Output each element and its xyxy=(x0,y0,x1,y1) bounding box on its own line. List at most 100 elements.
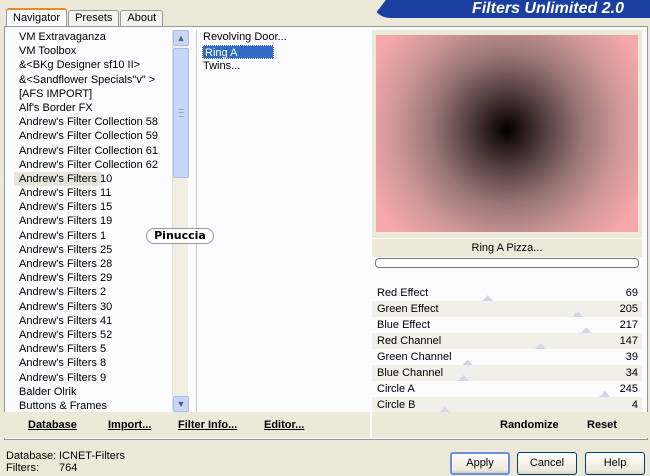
slider-thumb-icon[interactable] xyxy=(577,325,592,333)
control-value[interactable]: 217 xyxy=(620,317,638,333)
category-item[interactable]: Andrew's Filters 2 xyxy=(14,285,172,299)
category-item[interactable]: &<BKg Designer sf10 II> xyxy=(14,58,172,72)
randomize-button[interactable]: Randomize xyxy=(500,419,559,431)
category-item[interactable]: Alf's Border FX xyxy=(14,101,172,115)
control-slider[interactable] xyxy=(440,285,610,301)
control-label: Red Channel xyxy=(377,335,442,347)
control-value[interactable]: 205 xyxy=(620,301,638,317)
help-button[interactable]: Help xyxy=(585,452,645,475)
category-item[interactable]: Andrew's Filter Collection 58 xyxy=(14,115,172,129)
filters-count: 764 xyxy=(59,462,78,474)
scroll-up-icon[interactable]: ▲ xyxy=(173,30,189,46)
control-label: Blue Effect xyxy=(377,319,430,331)
control-slider[interactable] xyxy=(440,333,610,349)
control-value[interactable]: 39 xyxy=(626,349,638,365)
category-list[interactable]: VM Extravaganza VM Toolbox &<BKg Designer … xyxy=(14,30,172,412)
control-value[interactable]: 147 xyxy=(620,333,638,349)
slider-thumb-icon[interactable] xyxy=(569,309,583,317)
control-row: Green Effect 205 xyxy=(372,301,642,317)
tab-about[interactable]: About xyxy=(120,10,164,27)
control-row: Circle B 4 xyxy=(372,397,642,413)
tab-navigator[interactable]: Navigator xyxy=(6,8,68,28)
database-label: Database: xyxy=(6,450,57,462)
scroll-down-icon[interactable]: ▼ xyxy=(173,396,189,412)
progress-bar xyxy=(375,258,639,268)
control-slider[interactable] xyxy=(440,349,610,365)
right-button-bar: Randomize Reset xyxy=(372,412,648,438)
control-label: Blue Channel xyxy=(377,367,444,379)
status-info: Database: ICNET-Filters Filters: 764 xyxy=(6,450,125,474)
category-item[interactable]: Andrew's Filters 29 xyxy=(14,271,172,285)
filter-info-button[interactable]: Filter Info... xyxy=(178,419,237,431)
control-label: Green Effect xyxy=(377,303,439,315)
category-item[interactable]: Andrew's Filters 19 xyxy=(14,214,172,228)
category-scrollbar[interactable]: ▲ ▼ xyxy=(172,30,189,412)
category-item[interactable]: Balder Olrik xyxy=(14,385,172,399)
category-item[interactable]: VM Extravaganza xyxy=(14,30,172,44)
control-row: Red Channel 147 xyxy=(372,333,642,349)
category-item[interactable]: Andrew's Filters 8 xyxy=(14,356,172,370)
control-value[interactable]: 34 xyxy=(626,365,638,381)
control-slider[interactable] xyxy=(440,381,611,397)
category-item[interactable]: VM Toolbox xyxy=(14,44,172,58)
category-item[interactable]: Andrew's Filters 15 xyxy=(14,200,172,214)
control-value[interactable]: 4 xyxy=(632,397,638,413)
slider-thumb-icon[interactable] xyxy=(596,389,611,397)
filter-item[interactable]: Ring A Pizza... xyxy=(202,44,274,73)
tab-bar: Navigator Presets About xyxy=(6,8,164,28)
slider-thumb-icon[interactable] xyxy=(531,341,546,349)
category-item[interactable]: Andrew's Filters 28 xyxy=(14,257,172,271)
category-item[interactable]: Andrew's Filter Collection 61 xyxy=(14,144,172,158)
scroll-thumb[interactable] xyxy=(173,48,189,178)
controls-panel: Red Effect 69 Green Effect 205 Blue Effect 21… xyxy=(372,285,642,413)
editor-button[interactable]: Editor... xyxy=(264,419,304,431)
category-item[interactable]: Andrew's Filter Collection 62 xyxy=(14,158,172,172)
control-value[interactable]: 245 xyxy=(620,381,638,397)
cancel-button[interactable]: Cancel xyxy=(517,452,577,475)
category-item[interactable]: Andrew's Filters 10 xyxy=(14,171,112,187)
control-label: Circle B xyxy=(377,399,416,411)
watermark-badge: Pinuccia xyxy=(146,228,214,244)
preview-frame xyxy=(372,30,642,238)
control-label: Circle A xyxy=(377,383,415,395)
category-item[interactable]: Andrew's Filters 5 xyxy=(14,342,172,356)
control-row: Blue Effect 217 xyxy=(372,317,642,333)
control-row: Blue Channel 34 xyxy=(372,365,642,381)
filters-label: Filters: xyxy=(6,462,39,474)
control-row: Circle A 245 xyxy=(372,381,642,397)
control-slider[interactable] xyxy=(440,317,610,333)
control-value[interactable]: 69 xyxy=(626,285,638,301)
filter-item[interactable]: Twins... xyxy=(197,59,368,74)
left-button-bar: Database Import... Filter Info... Editor… xyxy=(4,412,370,438)
tab-presets[interactable]: Presets xyxy=(68,10,120,27)
slider-thumb-icon[interactable] xyxy=(478,293,493,301)
control-slider[interactable] xyxy=(440,365,610,381)
preview-caption: Ring A Pizza... xyxy=(372,239,642,257)
slider-thumb-icon[interactable] xyxy=(455,373,470,381)
control-slider[interactable] xyxy=(436,397,610,413)
category-item[interactable]: Buttons & Frames xyxy=(14,399,172,412)
control-slider[interactable] xyxy=(440,301,610,317)
category-item[interactable]: Andrew's Filters 52 xyxy=(14,328,172,342)
category-item[interactable]: [AFS IMPORT] xyxy=(14,87,172,101)
control-row: Green Channel 39 xyxy=(372,349,642,365)
slider-thumb-icon[interactable] xyxy=(458,357,473,365)
database-button[interactable]: Database xyxy=(28,419,77,431)
import-button[interactable]: Import... xyxy=(108,419,151,431)
category-item[interactable]: &<Sandflower Specials"v" > xyxy=(14,73,172,87)
apply-button[interactable]: Apply xyxy=(450,452,510,475)
category-item[interactable]: Andrew's Filters 9 xyxy=(14,371,172,385)
category-item[interactable]: Andrew's Filters 41 xyxy=(14,314,172,328)
reset-button[interactable]: Reset xyxy=(587,419,617,431)
control-label: Green Channel xyxy=(377,351,452,363)
category-item[interactable]: Andrew's Filters 11 xyxy=(14,186,172,200)
filter-item[interactable]: Revolving Door... xyxy=(197,30,368,45)
control-label: Red Effect xyxy=(377,287,429,299)
category-item[interactable]: Andrew's Filter Collection 59 xyxy=(14,129,172,143)
category-item[interactable]: Andrew's Filters 30 xyxy=(14,300,172,314)
preview-image xyxy=(376,35,638,232)
database-value: ICNET-Filters xyxy=(59,450,125,462)
app-title-banner: Filters Unlimited 2.0 xyxy=(372,0,650,18)
category-item[interactable]: Andrew's Filters 25 xyxy=(14,243,172,257)
filter-list[interactable]: Revolving Door... Ring A Pizza... Twins... xyxy=(196,30,368,412)
